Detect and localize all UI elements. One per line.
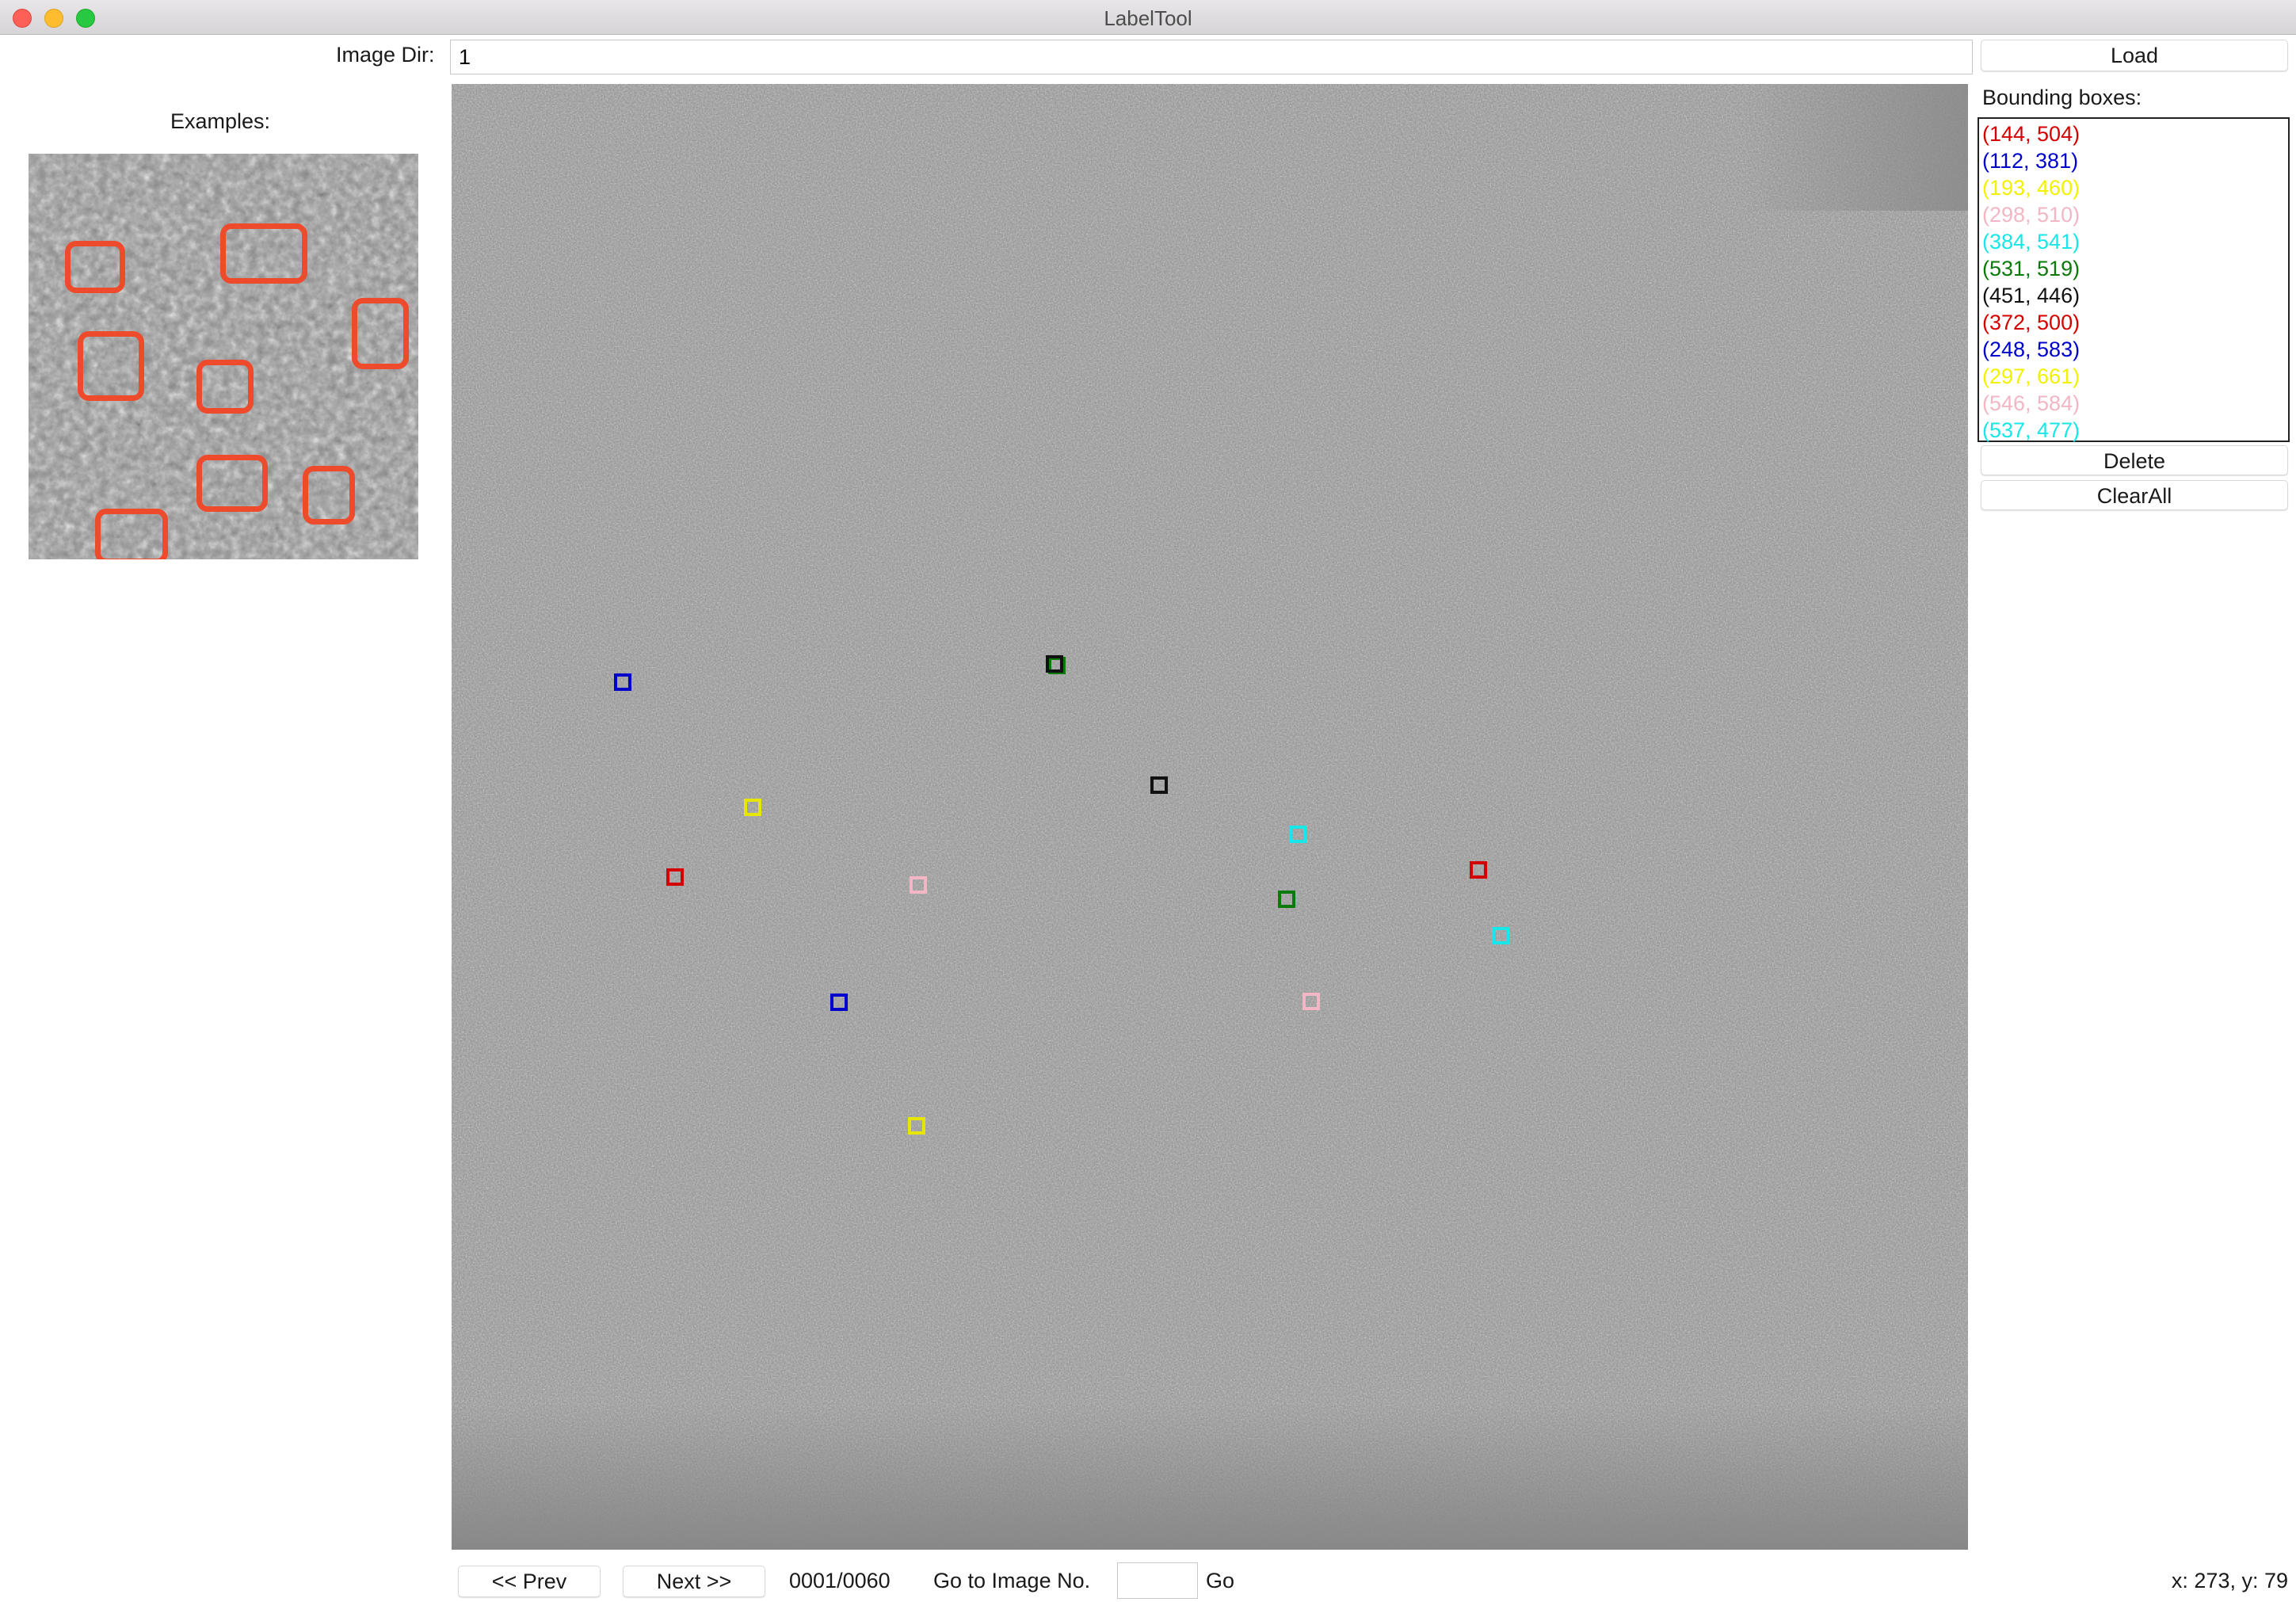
bbox-marker[interactable] [1046, 655, 1063, 673]
goto-image-input[interactable] [1117, 1562, 1198, 1599]
bbox-marker[interactable] [1302, 993, 1320, 1010]
example-box [95, 509, 168, 559]
bounding-box-list-item[interactable]: (193, 460) [1982, 174, 2285, 201]
clear-all-button[interactable]: ClearAll [1981, 480, 2288, 510]
cursor-coordinates: x: 273, y: 79 [2171, 1569, 2288, 1592]
bounding-box-list-item[interactable]: (248, 583) [1982, 336, 2285, 363]
prev-button[interactable]: << Prev [458, 1566, 601, 1597]
bbox-marker[interactable] [908, 1117, 925, 1135]
image-progress: 0001/0060 [789, 1569, 891, 1592]
example-box [65, 241, 125, 293]
bounding-box-list-item[interactable]: (537, 477) [1982, 417, 2285, 444]
window-title: LabelTool [1104, 6, 1192, 30]
bbox-marker[interactable] [1492, 927, 1509, 944]
bounding-box-list-item[interactable]: (112, 381) [1982, 147, 2285, 174]
example-box [303, 466, 355, 524]
goto-label: Go to Image No. [933, 1569, 1091, 1592]
image-canvas[interactable] [452, 84, 1968, 1550]
example-box [352, 298, 409, 369]
example-box [78, 331, 144, 401]
image-dir-label: Image Dir: [336, 43, 435, 67]
bounding-box-list[interactable]: (144, 504) (112, 381) (193, 460) (298, 510)… [1978, 117, 2290, 442]
bounding-box-list-item[interactable]: (144, 504) [1982, 120, 2285, 147]
bbox-marker[interactable] [614, 673, 631, 691]
examples-label: Examples: [170, 109, 271, 133]
bbox-marker[interactable] [666, 868, 684, 886]
bounding-box-list-item[interactable]: (297, 661) [1982, 363, 2285, 390]
example-box [196, 455, 268, 512]
delete-button[interactable]: Delete [1981, 445, 2288, 475]
go-button[interactable]: Go [1206, 1569, 1234, 1593]
image-dir-input[interactable] [450, 40, 1973, 74]
bbox-marker[interactable] [1278, 891, 1295, 908]
bounding-boxes-label: Bounding boxes: [1982, 86, 2142, 109]
label-tool-window: LabelTool Image Dir: Load Examples: [0, 0, 2296, 1602]
bounding-box-list-item[interactable]: (298, 510) [1982, 201, 2285, 228]
title-bar: LabelTool [0, 0, 2296, 35]
load-button[interactable]: Load [1981, 40, 2288, 71]
bounding-box-list-item[interactable]: (451, 446) [1982, 282, 2285, 309]
bbox-marker[interactable] [1289, 826, 1306, 843]
bounding-box-list-item[interactable]: (384, 541) [1982, 228, 2285, 255]
bbox-marker[interactable] [910, 876, 927, 894]
bounding-box-list-item[interactable]: (372, 500) [1982, 309, 2285, 336]
bounding-box-list-item[interactable]: (531, 519) [1982, 255, 2285, 282]
next-button[interactable]: Next >> [623, 1566, 765, 1597]
bbox-marker[interactable] [1470, 861, 1487, 879]
micrograph-texture [452, 84, 1968, 1550]
examples-image [29, 154, 418, 559]
example-box [220, 223, 307, 284]
bbox-marker[interactable] [1150, 776, 1168, 794]
example-box [196, 360, 254, 414]
bbox-marker[interactable] [830, 994, 848, 1011]
bbox-marker[interactable] [744, 799, 761, 816]
bounding-box-list-item[interactable]: (546, 584) [1982, 390, 2285, 417]
